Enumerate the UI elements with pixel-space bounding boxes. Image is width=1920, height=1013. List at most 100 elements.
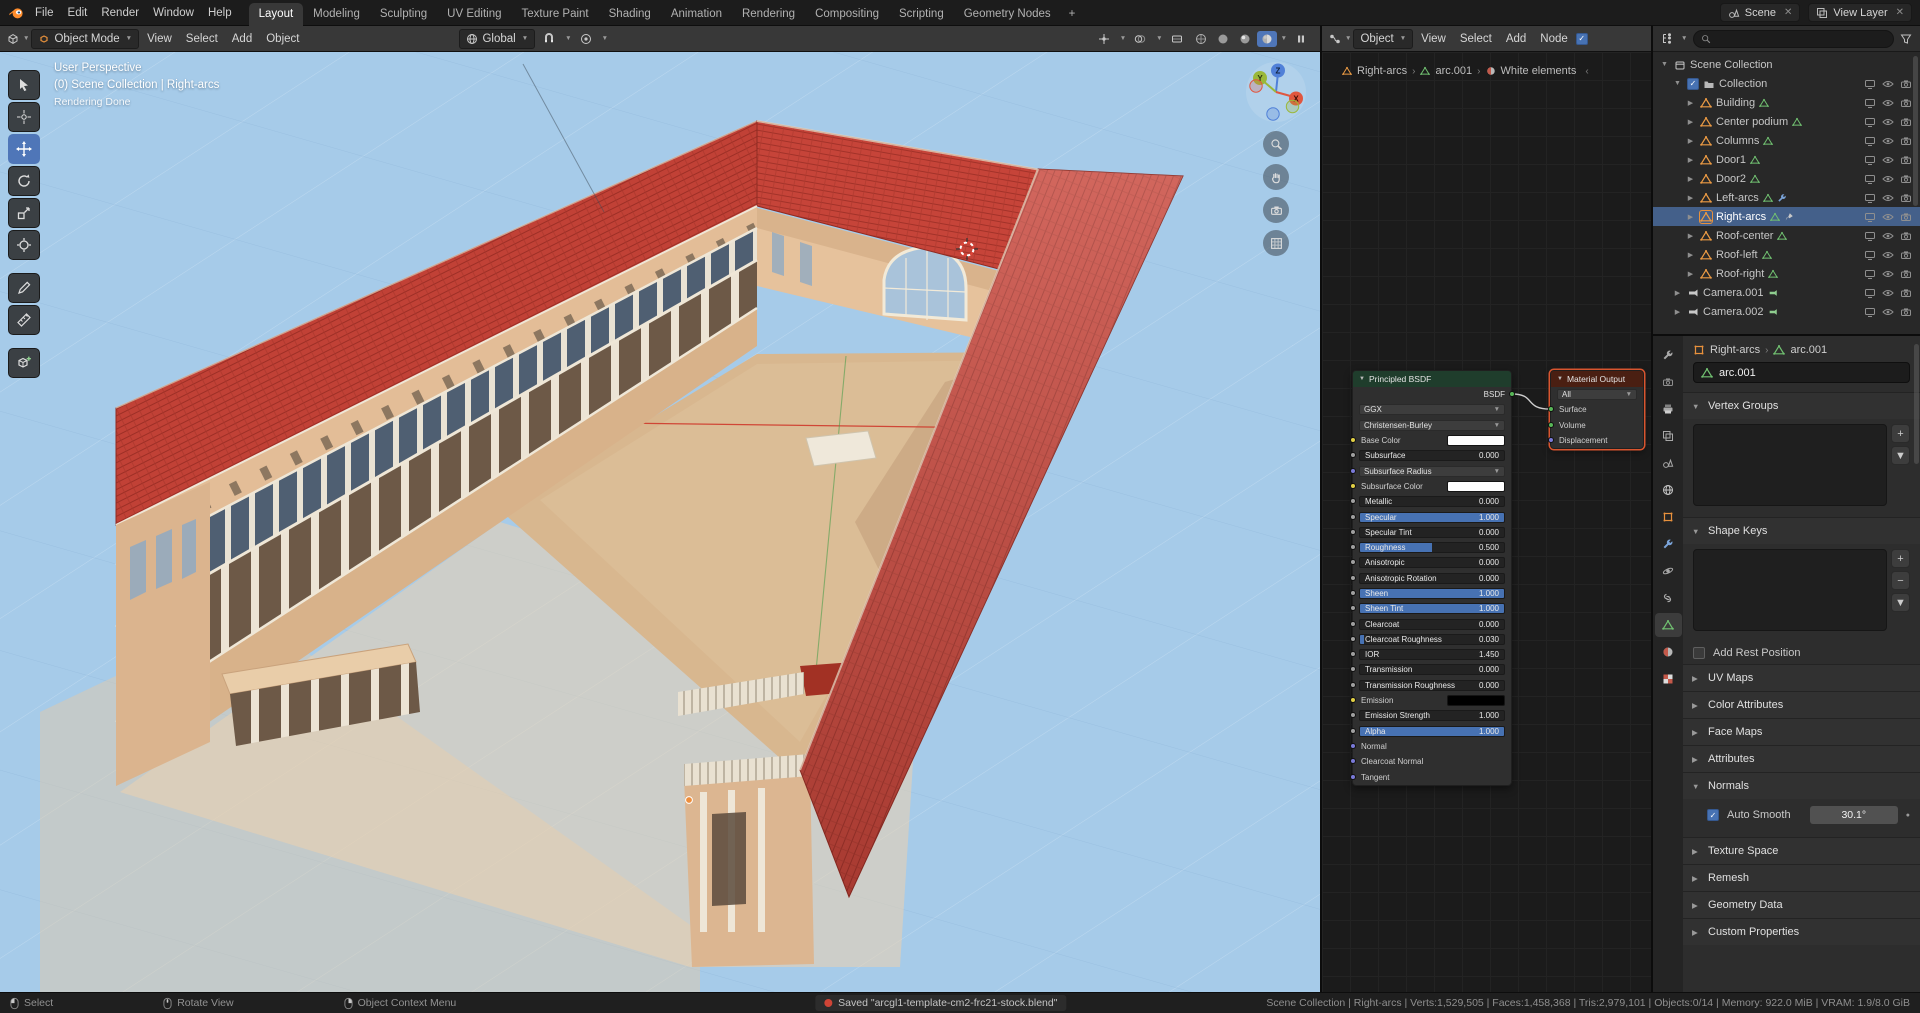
panel-header-attributes[interactable]: ▶ Attributes (1683, 746, 1920, 772)
input-socket-anisotropic-rotation[interactable] (1349, 574, 1356, 581)
cam2-toggle-icon[interactable] (1900, 135, 1912, 147)
animate-property-icon[interactable]: ● (1906, 812, 1910, 819)
slider-anisotropic-rotation[interactable]: Anisotropic Rotation 0.000 (1359, 572, 1505, 584)
breadcrumb-object[interactable]: Right-arcs (1710, 344, 1760, 356)
auto-smooth-angle-field[interactable]: 30.1° (1809, 806, 1898, 824)
shading-chevron-icon[interactable]: ▼ (1281, 35, 1287, 42)
viewport-editor-type-icon[interactable] (7, 33, 19, 45)
breadcrumb-data[interactable]: arc.001 (1790, 344, 1827, 356)
slider-transmission-roughness[interactable]: Transmission Roughness 0.000 (1359, 679, 1505, 691)
workspace-tab-layout[interactable]: Layout (248, 2, 304, 26)
screen-toggle-icon[interactable] (1864, 97, 1876, 109)
editor-type-chevron-icon[interactable]: ▼ (23, 35, 29, 42)
eye-toggle-icon[interactable] (1882, 306, 1894, 318)
outliner-scrollbar[interactable] (1913, 56, 1918, 206)
add-workspace-button[interactable]: + (1061, 3, 1084, 26)
eye-toggle-icon[interactable] (1882, 230, 1894, 242)
vertex-groups-specials-button[interactable]: ▼ (1891, 446, 1910, 465)
input-socket-subsurface[interactable] (1349, 452, 1356, 459)
menu-help[interactable]: Help (201, 4, 239, 22)
axis-z-label[interactable]: Z (1276, 67, 1281, 76)
panel-header-face-maps[interactable]: ▶ Face Maps (1683, 719, 1920, 745)
cam2-toggle-icon[interactable] (1900, 211, 1912, 223)
panel-header-normals[interactable]: ▼ Normals (1683, 773, 1920, 799)
properties-tab-data[interactable] (1654, 613, 1682, 637)
screen-toggle-icon[interactable] (1864, 135, 1876, 147)
expander-icon[interactable]: ▼ (1672, 80, 1683, 87)
shape-keys-list[interactable] (1693, 549, 1887, 631)
expander-icon[interactable]: ▶ (1685, 118, 1696, 126)
outliner-row-columns[interactable]: ▶ Columns (1653, 131, 1920, 150)
crumb-object[interactable]: Right-arcs (1357, 65, 1407, 77)
properties-tab-scene[interactable] (1655, 451, 1682, 475)
input-socket-emission[interactable] (1349, 697, 1356, 704)
expander-icon[interactable]: ▶ (1672, 308, 1683, 316)
mode-chevron-icon[interactable]: ▼ (126, 35, 132, 42)
cam2-toggle-icon[interactable] (1900, 78, 1912, 90)
proportional-editing-toggle[interactable] (574, 31, 598, 47)
workspace-tab-animation[interactable]: Animation (661, 3, 732, 26)
panel-header-geometry-data[interactable]: ▶ Geometry Data (1683, 892, 1920, 918)
shape-keys-add-button[interactable]: + (1891, 549, 1910, 568)
view-layer-selector[interactable]: View Layer ✕ (1808, 3, 1912, 22)
expander-icon[interactable]: ▶ (1685, 137, 1696, 145)
tool-transform[interactable] (8, 230, 40, 260)
screen-toggle-icon[interactable] (1864, 287, 1876, 299)
transform-orientation[interactable]: Global ▼ (459, 28, 536, 49)
outliner-row-roof-right[interactable]: ▶ Roof-right (1653, 264, 1920, 283)
input-socket-transmission-roughness[interactable] (1349, 681, 1356, 688)
scene-selector[interactable]: Scene ✕ (1719, 3, 1801, 22)
properties-tab-modifiers[interactable] (1655, 532, 1682, 556)
properties-tab-tool[interactable] (1655, 343, 1682, 367)
shading-rendered-button[interactable] (1256, 30, 1277, 47)
snap-chevron-icon[interactable]: ▼ (565, 35, 571, 42)
input-socket-volume[interactable] (1547, 421, 1554, 428)
eye-toggle-icon[interactable] (1882, 154, 1894, 166)
overlays-toggle[interactable] (1128, 31, 1152, 47)
node-material-output[interactable]: ▼ Material Output All ▼ Surface Volume Displa… (1547, 370, 1644, 450)
panel-header-texture-space[interactable]: ▶ Texture Space (1683, 838, 1920, 864)
panel-header-vertex-groups[interactable]: ▼ Vertex Groups (1683, 393, 1920, 419)
tool-scale[interactable] (8, 198, 40, 228)
properties-tab-output[interactable] (1655, 397, 1682, 421)
view-layer-unlink-icon[interactable]: ✕ (1896, 7, 1904, 18)
screen-toggle-icon[interactable] (1864, 192, 1876, 204)
workspace-tab-shading[interactable]: Shading (599, 3, 661, 26)
workspace-tab-rendering[interactable]: Rendering (732, 3, 805, 26)
slider-subsurface[interactable]: Subsurface 0.000 (1359, 450, 1505, 462)
dropdown-subsurface-radius[interactable]: Subsurface Radius ▼ (1359, 465, 1505, 477)
outliner-row-door1[interactable]: ▶ Door1 (1653, 150, 1920, 169)
menu-file[interactable]: File (28, 4, 61, 22)
node-header[interactable]: ▼ Material Output (1551, 371, 1643, 387)
slider-transmission[interactable]: Transmission 0.000 (1359, 664, 1505, 676)
outliner-row-left-arcs[interactable]: ▶ Left-arcs (1653, 188, 1920, 207)
menu-render[interactable]: Render (94, 4, 146, 22)
workspace-tab-texture-paint[interactable]: Texture Paint (512, 3, 599, 26)
node-header[interactable]: ▼ Principled BSDF (1353, 371, 1511, 387)
properties-scrollbar[interactable] (1914, 344, 1919, 464)
viewport-menu-add[interactable]: Add (226, 30, 258, 48)
input-socket-roughness[interactable] (1349, 544, 1356, 551)
properties-tab-physics[interactable] (1655, 559, 1682, 583)
eye-toggle-icon[interactable] (1882, 192, 1894, 204)
screen-toggle-icon[interactable] (1864, 230, 1876, 242)
slider-roughness[interactable]: Roughness 0.500 (1359, 542, 1505, 554)
eye-toggle-icon[interactable] (1882, 97, 1894, 109)
camera-view-button[interactable] (1263, 197, 1289, 223)
workspace-tab-compositing[interactable]: Compositing (805, 3, 889, 26)
data-name-input[interactable]: arc.001 (1693, 362, 1910, 383)
slider-emission-strength[interactable]: Emission Strength 1.000 (1359, 710, 1505, 722)
screen-toggle-icon[interactable] (1864, 211, 1876, 223)
outliner-row-roof-left[interactable]: ▶ Roof-left (1653, 245, 1920, 264)
properties-tab-object[interactable] (1655, 505, 1682, 529)
axis-z-negative[interactable] (1266, 107, 1280, 121)
expander-icon[interactable]: ▶ (1685, 232, 1696, 240)
axis-gizmo[interactable]: Z Y X (1244, 60, 1308, 124)
dropdown-all[interactable]: All ▼ (1557, 389, 1637, 401)
tool-add-cube[interactable] (8, 348, 40, 378)
tool-cursor[interactable] (8, 102, 40, 132)
overlays-chevron-icon[interactable]: ▼ (1156, 35, 1162, 42)
cam2-toggle-icon[interactable] (1900, 97, 1912, 109)
outliner-editor-icon[interactable] (1661, 32, 1673, 45)
node-principled-bsdf[interactable]: ▼ Principled BSDF BSDF GGX ▼ Christensen-Bur… (1349, 370, 1515, 786)
